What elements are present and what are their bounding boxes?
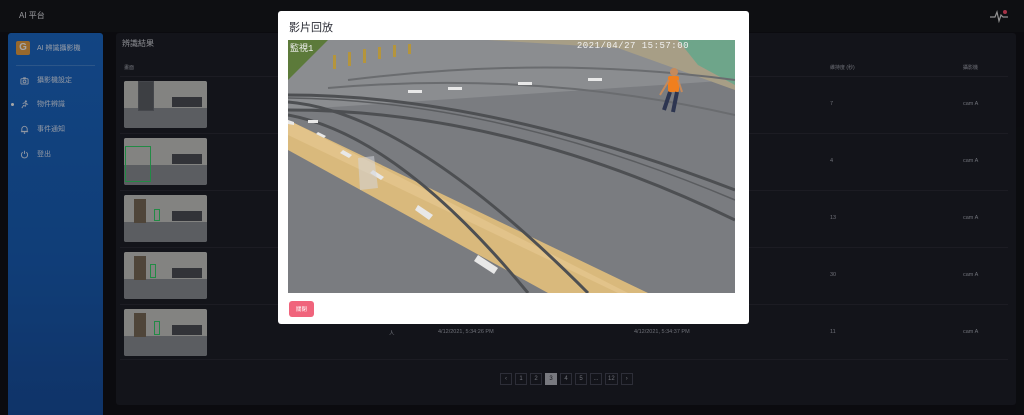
modal-title: 影片回放 (289, 22, 333, 34)
close-button[interactable]: 關閉 (289, 301, 314, 317)
video-player[interactable]: 監視1 2021/04/27 15:57:00 (288, 40, 735, 293)
video-timestamp: 2021/04/27 15:57:00 (576, 41, 689, 51)
video-frame (288, 40, 735, 293)
playback-modal: 影片回放 監視1 2021/04/27 15:57:00 關閉 (278, 11, 749, 324)
video-camera-label: 監視1 (290, 44, 314, 54)
